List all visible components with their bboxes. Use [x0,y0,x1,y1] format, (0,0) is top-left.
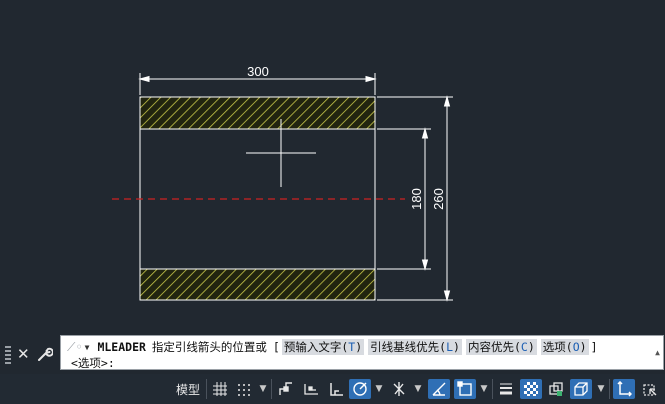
status-bar: 模型 ▼ ▼ ▼ ▼ ▼ [0,374,665,404]
object-snap-icon[interactable] [454,379,476,399]
drawing-canvas[interactable]: 300 180 260 [0,0,665,332]
option-bracket-close: ] [590,340,598,354]
separator [271,379,272,399]
close-icon[interactable]: ✕ [17,343,30,365]
scroll-up-icon[interactable]: ▲ [655,348,660,357]
ortho-icon[interactable] [325,379,347,399]
option-leader-landing-first[interactable]: 引线基线优先(L) [368,339,462,355]
transparency-icon[interactable] [520,379,542,399]
chevron-down-icon[interactable]: ▼ [412,379,424,399]
separator [206,379,207,399]
command-input-line[interactable]: <选项>: [71,355,115,371]
dimension-260-text: 260 [431,188,446,210]
separator [609,379,610,399]
option-bracket-open: [ [272,340,280,354]
option-options[interactable]: 选项(O) [540,339,589,355]
option-content-first[interactable]: 内容优先(C) [465,339,537,355]
command-name: MLEADER [97,340,146,354]
grid-icon[interactable] [209,379,231,399]
object-snap-tracking-icon[interactable] [428,379,450,399]
separator [492,379,493,399]
model-space-button[interactable]: 模型 [172,379,204,399]
chevron-down-icon[interactable]: ▼ [478,379,490,399]
snap-icon[interactable] [233,379,255,399]
top-hatch-band[interactable] [139,96,376,130]
dynamic-ucs-icon[interactable] [613,379,635,399]
polar-tracking-icon[interactable] [349,379,371,399]
3d-object-snap-icon[interactable] [570,379,592,399]
option-predefined-text[interactable]: 预输入文字(T) [281,339,365,355]
wrench-icon[interactable] [37,343,54,368]
selection-cycling-icon[interactable] [545,379,567,399]
command-prompt-icon[interactable]: ⟋◦ [67,340,83,355]
isometric-drafting-icon[interactable] [388,379,410,399]
dimension-180-text: 180 [409,188,424,210]
chevron-down-icon[interactable]: ▼ [257,379,269,399]
lineweight-icon[interactable] [495,379,517,399]
command-line[interactable]: ⟋◦ ▼ MLEADER 指定引线箭头的位置或 [ 预输入文字(T) 引线基线优… [60,335,664,370]
command-prompt-text: 指定引线箭头的位置或 [151,340,267,354]
command-line-row: ⟋◦ ▼ MLEADER 指定引线箭头的位置或 [ 预输入文字(T) 引线基线优… [67,339,598,355]
chevron-down-icon[interactable]: ▼ [85,343,90,352]
command-line-grip[interactable] [5,346,11,364]
bottom-hatch-band[interactable] [139,268,376,301]
infer-constraints-icon[interactable] [275,379,297,399]
selection-filter-icon[interactable] [639,379,661,399]
dynamic-input-icon[interactable] [300,379,322,399]
chevron-down-icon[interactable]: ▼ [373,379,385,399]
chevron-down-icon[interactable]: ▼ [595,379,607,399]
dimension-300-text: 300 [247,64,269,79]
